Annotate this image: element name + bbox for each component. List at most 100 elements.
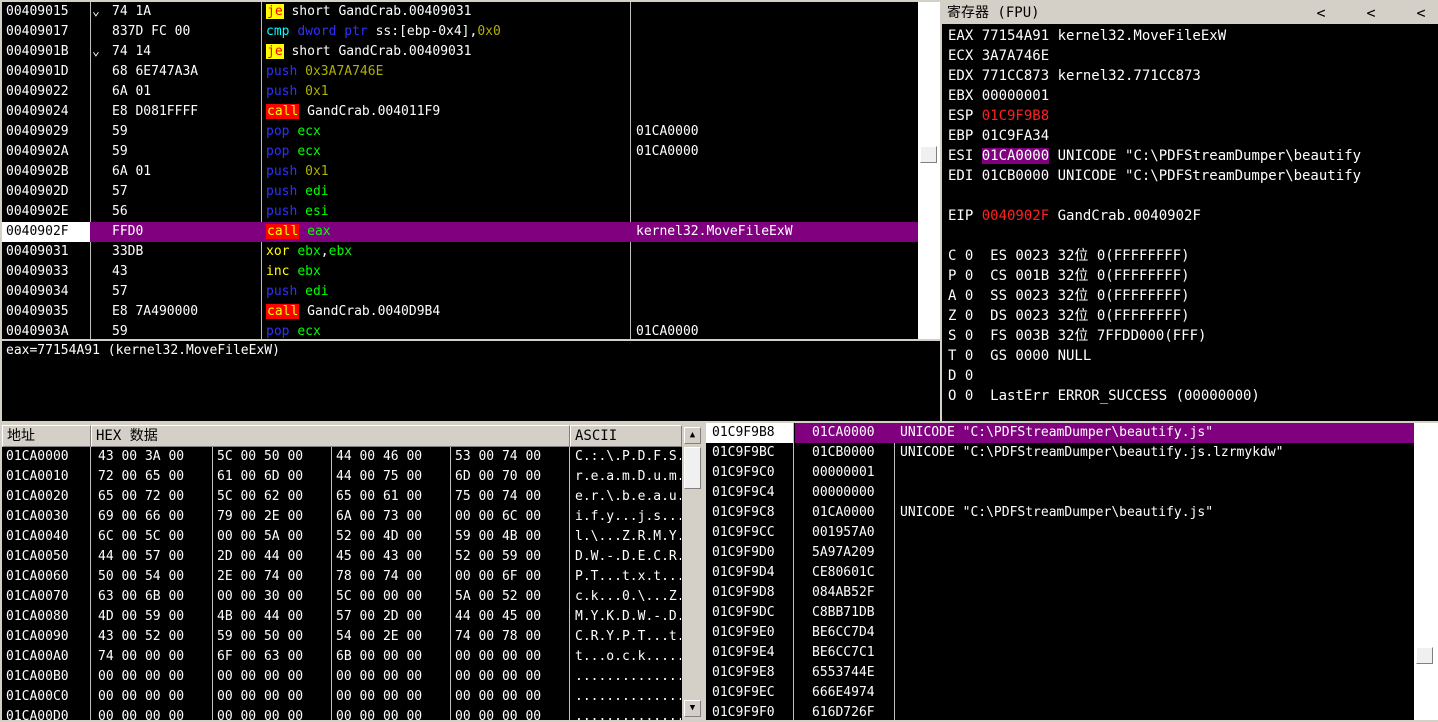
dump-scrollbar[interactable]: ▲ ▼ [682, 425, 704, 720]
dump-row[interactable]: 01CA00A0 74 00 00 00 6F 00 63 00 6B 00 00 0… [2, 647, 682, 667]
register-line[interactable]: EBX 00000001 [948, 86, 1049, 106]
disasm-mnemonic: pop [266, 324, 290, 339]
register-line[interactable]: EAX 77154A91 kernel32.MoveFileExW [948, 26, 1226, 46]
stack-row[interactable]: 01C9F9EC 666E4974 [706, 683, 1414, 703]
disasm-row[interactable]: 00409034 57 push edi [2, 282, 918, 302]
dump-row[interactable]: 01CA0080 4D 00 59 00 4B 00 44 00 57 00 2D 0… [2, 607, 682, 627]
stack-row[interactable]: 01C9F9C0 00000001 [706, 463, 1414, 483]
stack-row[interactable]: 01C9F9D4 CE80601C [706, 563, 1414, 583]
disasm-row[interactable]: 00409031 33DB xor ebx,ebx [2, 242, 918, 262]
register-line[interactable]: ESP 01C9F9B8 [948, 106, 1049, 126]
info-pane[interactable]: eax=77154A91 (kernel32.MoveFileExW) [2, 341, 940, 421]
disasm-row[interactable]: 0040903A 59 pop ecx 01CA0000 [2, 322, 918, 339]
disasm-row[interactable]: 0040902D 57 push edi [2, 182, 918, 202]
register-value: ESI [948, 148, 982, 164]
stack-row[interactable]: 01C9F9E4 BE6CC7C1 [706, 643, 1414, 663]
dump-row[interactable]: 01CA00D0 00 00 00 00 00 00 00 00 00 00 00 0… [2, 707, 682, 720]
disasm-row[interactable]: 0040901D 68 6E747A3A push 0x3A7A746E [2, 62, 918, 82]
dump-row[interactable]: 01CA0060 50 00 54 00 2E 00 74 00 78 00 74 0… [2, 567, 682, 587]
dump-row[interactable]: 01CA0040 6C 00 5C 00 00 00 5A 00 52 00 4D 0… [2, 527, 682, 547]
register-line[interactable]: T 0 GS 0000 NULL [948, 346, 1091, 366]
disasm-row[interactable]: 0040901B ⌄ 74 14 je short GandCrab.00409031 [2, 42, 918, 62]
stack-row[interactable]: 01C9F9E8 6553744E [706, 663, 1414, 683]
dump-row[interactable]: 01CA0090 43 00 52 00 59 00 50 00 54 00 2E 0… [2, 627, 682, 647]
register-line[interactable]: D 0 [948, 366, 973, 386]
dump-header-address[interactable]: 地址 [2, 425, 91, 447]
stack-row[interactable]: 01C9F9BC 01CB0000 UNICODE "C:\PDFStreamDum… [706, 443, 1414, 463]
register-line[interactable]: EDX 771CC873 kernel32.771CC873 [948, 66, 1201, 86]
nav-left-button-2[interactable]: < [1356, 2, 1386, 24]
dump-hex-group: 72 00 65 00 [98, 469, 185, 484]
dump-address: 01CA0050 [6, 549, 69, 564]
scroll-up-icon[interactable]: ▲ [684, 427, 701, 444]
scroll-thumb[interactable] [684, 447, 701, 489]
stack-pane[interactable]: 01C9F9B8 01CA0000 UNICODE "C:\PDFStreamDum… [706, 423, 1414, 720]
stack-row[interactable]: 01C9F9D8 084AB52F [706, 583, 1414, 603]
nav-left-button[interactable]: < [1306, 2, 1336, 24]
stack-scrollbar[interactable] [1414, 423, 1438, 720]
disasm-row[interactable]: 0040902F FFD0 call eax kernel32.MoveFileExW [2, 222, 918, 242]
scroll-thumb[interactable] [1416, 647, 1433, 664]
disasm-hex: 6A 01 [112, 84, 152, 99]
dump-address: 01CA0060 [6, 569, 69, 584]
hex-group-divider [450, 607, 451, 627]
register-line[interactable]: EBP 01C9FA34 [948, 126, 1049, 146]
stack-address: 01C9F9C8 [712, 505, 775, 520]
register-line[interactable]: ESI 01CA0000 UNICODE "C:\PDFStreamDumper… [948, 146, 1361, 166]
stack-row[interactable]: 01C9F9C8 01CA0000 UNICODE "C:\PDFStreamDum… [706, 503, 1414, 523]
register-line[interactable]: EIP 0040902F GandCrab.0040902F [948, 206, 1201, 226]
stack-row[interactable]: 01C9F9B8 01CA0000 UNICODE "C:\PDFStreamDum… [706, 423, 1414, 443]
register-line[interactable]: A 0 SS 0023 32位 0(FFFFFFFF) [948, 286, 1190, 306]
dump-row[interactable]: 01CA0010 72 00 65 00 61 00 6D 00 44 00 75 0… [2, 467, 682, 487]
register-line[interactable]: ECX 3A7A746E [948, 46, 1049, 66]
nav-left-button-3[interactable]: < [1406, 2, 1436, 24]
register-line[interactable]: P 0 CS 001B 32位 0(FFFFFFFF) [948, 266, 1190, 286]
dump-row[interactable]: 01CA0000 43 00 3A 00 5C 00 50 00 44 00 46 0… [2, 447, 682, 467]
dump-pane[interactable]: 01CA0000 43 00 3A 00 5C 00 50 00 44 00 46 0… [2, 447, 682, 720]
dump-row[interactable]: 01CA00B0 00 00 00 00 00 00 00 00 00 00 00 0… [2, 667, 682, 687]
register-line[interactable]: C 0 ES 0023 32位 0(FFFFFFFF) [948, 246, 1190, 266]
registers-pane[interactable]: 寄存器 (FPU) < < < EAX 77154A91 kernel32.Mo… [942, 2, 1438, 421]
stack-row[interactable]: 01C9F9CC 001957A0 [706, 523, 1414, 543]
disasm-row[interactable]: 00409015 ⌄ 74 1A je short GandCrab.00409031 [2, 2, 918, 22]
dump-row[interactable]: 01CA0030 69 00 66 00 79 00 2E 00 6A 00 73 0… [2, 507, 682, 527]
dump-row[interactable]: 01CA00C0 00 00 00 00 00 00 00 00 00 00 00 0… [2, 687, 682, 707]
scroll-thumb[interactable] [920, 146, 937, 163]
dump-ascii: i.f.y...j.s...l. [575, 509, 681, 524]
stack-value: 616D726F [812, 705, 875, 720]
register-line[interactable]: EDI 01CB0000 UNICODE "C:\PDFStreamDumper… [948, 166, 1361, 186]
dump-hex-group: 00 00 00 00 [217, 669, 304, 684]
disasm-mnemonic: push [266, 184, 298, 199]
stack-row[interactable]: 01C9F9D0 5A97A209 [706, 543, 1414, 563]
disasm-row[interactable]: 00409024 E8 D081FFFF call GandCrab.004011F… [2, 102, 918, 122]
dump-address: 01CA0090 [6, 629, 69, 644]
disasm-row[interactable]: 00409033 43 inc ebx [2, 262, 918, 282]
disasm-hex: 837D FC 00 [112, 24, 191, 39]
register-line[interactable]: O 0 LastErr ERROR_SUCCESS (00000000) [948, 386, 1260, 406]
disasm-operand: edi [305, 284, 329, 299]
stack-row[interactable]: 01C9F9F0 616D726F [706, 703, 1414, 720]
dump-row[interactable]: 01CA0050 44 00 57 00 2D 00 44 00 45 00 43 0… [2, 547, 682, 567]
disassembly-pane[interactable]: 00409015 ⌄ 74 1A je short GandCrab.00409031… [2, 2, 918, 339]
disasm-row[interactable]: 00409029 59 pop ecx 01CA0000 [2, 122, 918, 142]
disasm-row[interactable]: 00409035 E8 7A490000 call GandCrab.0040D9B… [2, 302, 918, 322]
stack-address: 01C9F9E8 [712, 665, 775, 680]
disasm-row[interactable]: 0040902A 59 pop ecx 01CA0000 [2, 142, 918, 162]
scroll-down-icon[interactable]: ▼ [684, 700, 701, 717]
dump-header-ascii[interactable]: ASCII [570, 425, 682, 447]
disasm-row[interactable]: 00409017 837D FC 00 cmp dword ptr ss:[ebp-… [2, 22, 918, 42]
dump-row[interactable]: 01CA0020 65 00 72 00 5C 00 62 00 65 00 61 0… [2, 487, 682, 507]
dump-row[interactable]: 01CA0070 63 00 6B 00 00 00 30 00 5C 00 00 0… [2, 587, 682, 607]
disasm-row[interactable]: 0040902B 6A 01 push 0x1 [2, 162, 918, 182]
register-line[interactable]: Z 0 DS 0023 32位 0(FFFFFFFF) [948, 306, 1190, 326]
disasm-row[interactable]: 00409022 6A 01 push 0x1 [2, 82, 918, 102]
stack-row[interactable]: 01C9F9DC C8BB71DB [706, 603, 1414, 623]
disassembly-scrollbar[interactable] [918, 2, 940, 339]
disasm-row[interactable]: 0040902E 56 push esi [2, 202, 918, 222]
disasm-instruction: pop ecx [266, 322, 626, 339]
register-line[interactable]: S 0 FS 003B 32位 7FFDD000(FFF) [948, 326, 1206, 346]
stack-row[interactable]: 01C9F9C4 00000000 [706, 483, 1414, 503]
stack-row[interactable]: 01C9F9E0 BE6CC7D4 [706, 623, 1414, 643]
dump-header-hex[interactable]: HEX 数据 [91, 425, 570, 447]
disasm-hex: 57 [112, 284, 128, 299]
